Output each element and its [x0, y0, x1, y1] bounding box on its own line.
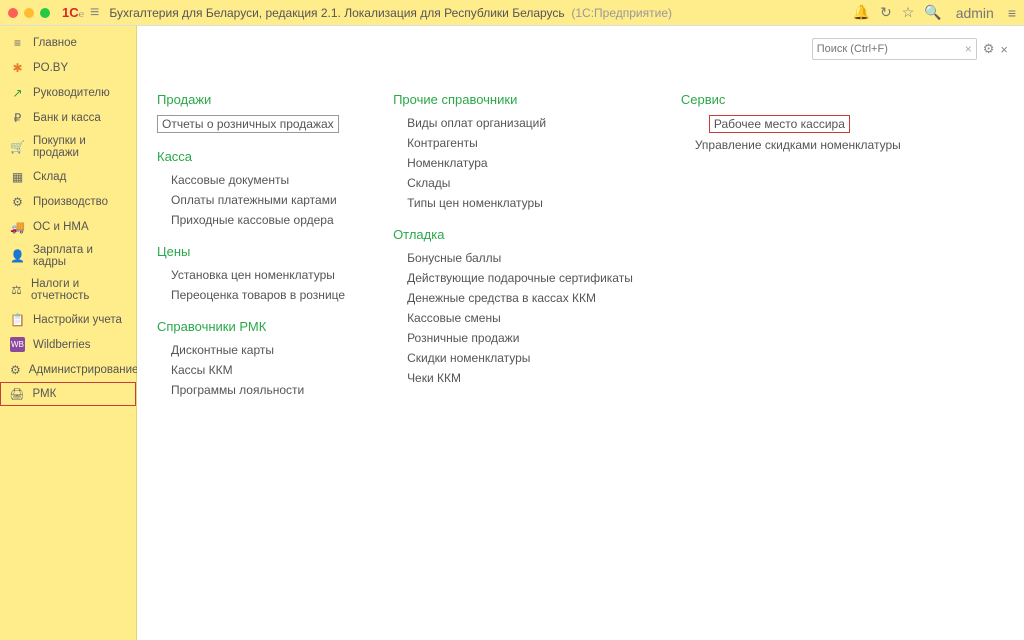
sidebar-item-7[interactable]: 🚚 ОС и НМА	[0, 214, 136, 239]
sidebar-icon: ↗	[10, 85, 25, 100]
section-title[interactable]: Прочие справочники	[393, 92, 633, 107]
close-panel-icon[interactable]: ×	[1000, 42, 1008, 57]
sidebar-icon: ⚙	[10, 194, 25, 209]
sidebar-icon: 🖨	[10, 387, 25, 402]
sidebar-icon: ⚙	[10, 362, 21, 377]
history-icon[interactable]: ↻	[880, 4, 892, 21]
section-title[interactable]: Продажи	[157, 92, 345, 107]
sidebar-item-13[interactable]: 🖨 РМК	[0, 382, 136, 406]
link-item[interactable]: Установка цен номенклатуры	[171, 267, 345, 283]
sidebar-icon: ≡	[10, 35, 25, 50]
settings-icon[interactable]: ⚙	[983, 41, 995, 57]
link-item[interactable]: Денежные средства в кассах ККМ	[407, 290, 633, 306]
link-item[interactable]: Отчеты о розничных продажах	[157, 115, 339, 133]
sidebar-item-label: ОС и НМА	[33, 221, 89, 233]
maximize-window-icon[interactable]	[40, 8, 50, 18]
sidebar-item-8[interactable]: 👤 Зарплата и кадры	[0, 239, 136, 273]
link-item[interactable]: Розничные продажи	[407, 330, 633, 346]
link-item[interactable]: Кассовые документы	[171, 172, 345, 188]
sidebar-item-label: Налоги и отчетность	[31, 278, 126, 302]
search-input[interactable]	[817, 43, 965, 55]
app-menu-icon[interactable]: ≡	[1008, 5, 1016, 21]
sidebar-item-label: Покупки и продажи	[33, 135, 126, 159]
sidebar-item-1[interactable]: ✱ PO.BY	[0, 55, 136, 80]
user-label[interactable]: admin	[956, 5, 994, 21]
sidebar-item-4[interactable]: 🛒 Покупки и продажи	[0, 130, 136, 164]
column-0: Продажи Отчеты о розничных продажах Касса К…	[157, 92, 345, 398]
logo-1c: 1C℮	[62, 5, 84, 20]
link-item[interactable]: Склады	[407, 175, 633, 191]
link-item[interactable]: Управление скидками номенклатуры	[695, 137, 901, 153]
link-item[interactable]: Скидки номенклатуры	[407, 350, 633, 366]
content-columns: Продажи Отчеты о розничных продажах Касса К…	[157, 92, 1004, 398]
link-item[interactable]: Виды оплат организаций	[407, 115, 633, 131]
sidebar-item-label: Банк и касса	[33, 112, 101, 124]
app-header: 1C℮ ≡ Бухгалтерия для Беларуси, редакция…	[0, 0, 1024, 26]
minimize-window-icon[interactable]	[24, 8, 34, 18]
column-2: Сервис Рабочее место кассира Управление ск…	[681, 92, 901, 398]
sidebar-item-label: Руководителю	[33, 87, 110, 99]
sidebar-icon: WB	[10, 337, 25, 352]
link-item[interactable]: Программы лояльности	[171, 382, 345, 398]
sidebar-item-5[interactable]: ▦ Склад	[0, 164, 136, 189]
sidebar-icon: 🚚	[10, 219, 25, 234]
app-title: Бухгалтерия для Беларуси, редакция 2.1. …	[109, 6, 846, 20]
link-item[interactable]: Кассовые смены	[407, 310, 633, 326]
sidebar-icon: ✱	[10, 60, 25, 75]
sidebar-item-label: Wildberries	[33, 339, 91, 351]
link-item[interactable]: Приходные кассовые ордера	[171, 212, 345, 228]
sidebar-item-label: Настройки учета	[33, 314, 122, 326]
link-item[interactable]: Дисконтные карты	[171, 342, 345, 358]
sidebar-item-6[interactable]: ⚙ Производство	[0, 189, 136, 214]
star-icon[interactable]: ☆	[902, 4, 915, 21]
link-item[interactable]: Действующие подарочные сертификаты	[407, 270, 633, 286]
sidebar-item-12[interactable]: ⚙ Администрирование	[0, 357, 136, 382]
section-title[interactable]: Касса	[157, 149, 345, 164]
sidebar-item-3[interactable]: ₽ Банк и касса	[0, 105, 136, 130]
close-window-icon[interactable]	[8, 8, 18, 18]
sidebar-item-label: Администрирование	[29, 364, 139, 376]
link-item[interactable]: Типы цен номенклатуры	[407, 195, 633, 211]
link-item[interactable]: Рабочее место кассира	[709, 115, 850, 133]
section-title[interactable]: Цены	[157, 244, 345, 259]
sidebar-item-2[interactable]: ↗ Руководителю	[0, 80, 136, 105]
link-item[interactable]: Номенклатура	[407, 155, 633, 171]
sidebar-item-label: Главное	[33, 37, 77, 49]
clear-search-icon[interactable]: ×	[965, 42, 972, 56]
search-input-wrapper[interactable]: ×	[812, 38, 977, 60]
sidebar-item-label: Зарплата и кадры	[33, 244, 126, 268]
bell-icon[interactable]: 🔔	[853, 4, 870, 21]
section-title[interactable]: Сервис	[681, 92, 901, 107]
sidebar-item-0[interactable]: ≡ Главное	[0, 30, 136, 55]
main-panel: × ⚙ × Продажи Отчеты о розничных продажах…	[137, 26, 1024, 640]
column-1: Прочие справочники Виды оплат организаций…	[393, 92, 633, 398]
menu-icon[interactable]: ≡	[90, 4, 99, 22]
link-item[interactable]: Переоценка товаров в рознице	[171, 287, 345, 303]
sidebar-item-label: PO.BY	[33, 62, 68, 74]
sidebar-icon: ₽	[10, 110, 25, 125]
sidebar-icon: ▦	[10, 169, 25, 184]
sidebar: ≡ Главное ✱ PO.BY ↗ Руководителю ₽ Банк и касса…	[0, 26, 137, 640]
sidebar-item-label: Производство	[33, 196, 108, 208]
sidebar-item-11[interactable]: WB Wildberries	[0, 332, 136, 357]
section-title[interactable]: Справочники РМК	[157, 319, 345, 334]
section-title[interactable]: Отладка	[393, 227, 633, 242]
sidebar-icon: 📋	[10, 312, 25, 327]
search-icon[interactable]: 🔍	[924, 4, 941, 21]
sidebar-icon: 🛒	[10, 140, 25, 155]
sidebar-icon: ⚖	[10, 283, 23, 298]
link-item[interactable]: Бонусные баллы	[407, 250, 633, 266]
link-item[interactable]: Кассы ККМ	[171, 362, 345, 378]
sidebar-item-10[interactable]: 📋 Настройки учета	[0, 307, 136, 332]
link-item[interactable]: Контрагенты	[407, 135, 633, 151]
sidebar-item-label: РМК	[33, 388, 57, 400]
sidebar-icon: 👤	[10, 249, 25, 264]
link-item[interactable]: Чеки ККМ	[407, 370, 633, 386]
link-item[interactable]: Оплаты платежными картами	[171, 192, 345, 208]
mac-window-controls	[8, 8, 50, 18]
sidebar-item-9[interactable]: ⚖ Налоги и отчетность	[0, 273, 136, 307]
header-toolbar: 🔔 ↻ ☆ 🔍 admin ≡	[853, 4, 1016, 21]
main-toolbar: × ⚙ ×	[812, 38, 1008, 60]
sidebar-item-label: Склад	[33, 171, 66, 183]
